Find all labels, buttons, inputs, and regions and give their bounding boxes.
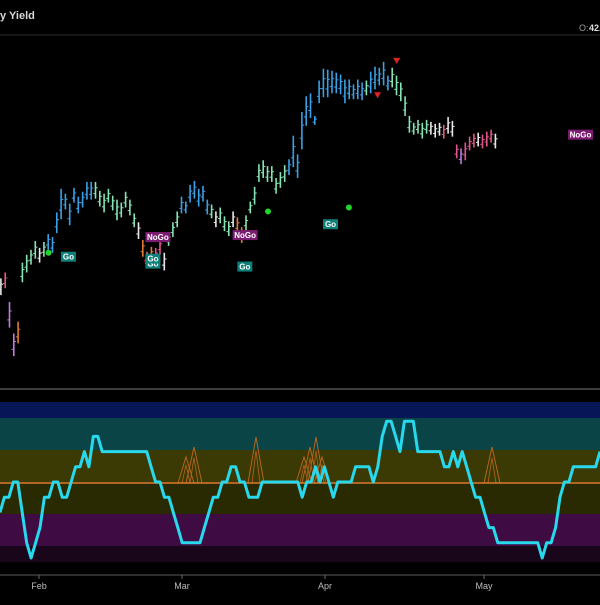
go-signal-dot [45, 249, 52, 256]
x-tick-label: Mar [174, 581, 190, 591]
go-label: Go [237, 261, 253, 272]
gonogo-chart: NoGo Go Go Go NoGo Go Go NoGo Feb Mar Apr May y Yi… [0, 0, 600, 600]
go-label-text: Go [63, 253, 74, 262]
go-signal-dot [345, 204, 352, 211]
go-signal-dot [265, 208, 272, 215]
oscillator-zone-strong-down [0, 514, 600, 546]
chart-title: y Yield [0, 10, 35, 22]
go-label: Go [145, 253, 161, 264]
open-label: O: [579, 23, 589, 33]
x-tick-label: May [475, 581, 493, 591]
go-label-text: Go [239, 263, 250, 272]
nogo-label: NoGo [232, 230, 258, 241]
chart-canvas: NoGoGoGoGoNoGoGoGoNoGo Feb Mar Apr May [0, 0, 600, 600]
nogo-label: NoGo [145, 232, 171, 243]
go-label: Go [323, 219, 338, 230]
nogo-label-text: NoGo [147, 233, 169, 242]
go-label: Go [60, 251, 76, 262]
go-label-text: Go [147, 255, 158, 264]
go-label-text: Go [325, 220, 336, 229]
oscillator-zone-deep-down [0, 546, 600, 562]
nogo-label-text: NoGo [234, 231, 256, 240]
nogo-label-text: NoGo [570, 131, 592, 140]
open-value: 42. [589, 23, 600, 33]
x-tick-label: Feb [31, 581, 47, 591]
oscillator-zone-strong-up [0, 402, 600, 418]
oscillator-zone-weak-up [0, 418, 600, 450]
nogo-label: NoGo [568, 129, 594, 140]
x-tick-label: Apr [318, 581, 332, 591]
